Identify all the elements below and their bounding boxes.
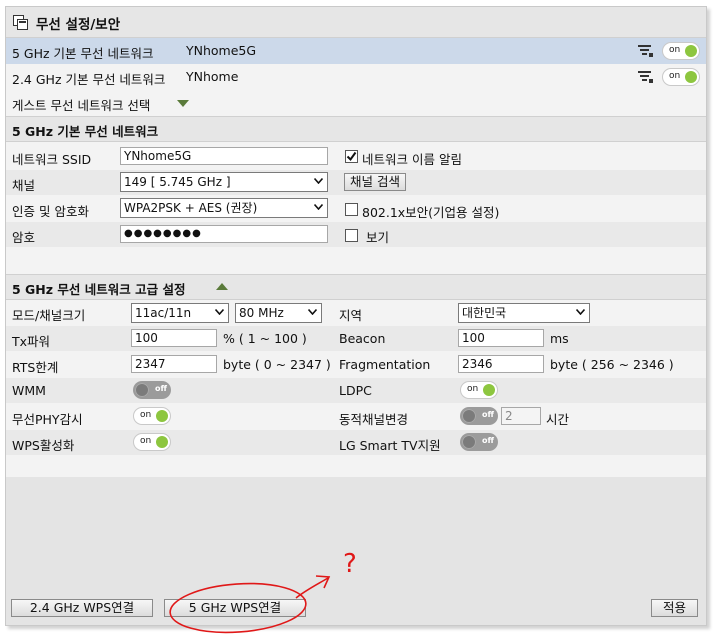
annotation-arrow	[295, 577, 329, 599]
annotation-overlay: ?	[169, 549, 357, 634]
question-mark: ?	[343, 549, 357, 579]
highlight-circle	[169, 582, 307, 634]
